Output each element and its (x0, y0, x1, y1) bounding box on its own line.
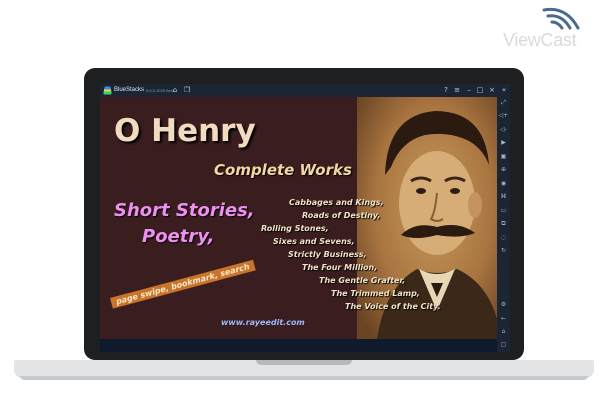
features-banner: page swipe, bookmark, search (110, 259, 256, 309)
app-content[interactable]: O Henry Complete Works Short Stories, Po… (100, 97, 497, 339)
install-apk-icon[interactable]: ⊕ (497, 165, 510, 175)
multi-instance-icon[interactable]: ⧉ (497, 219, 510, 229)
work-item: Rolling Stones, (261, 224, 329, 233)
work-item: Strictly Business, (288, 250, 367, 259)
app-title: O Henry (114, 113, 256, 149)
eco-mode-icon[interactable]: ◌ (497, 233, 510, 243)
website-link[interactable]: www.rayeedit.com (221, 318, 305, 327)
app-subtitle: Complete Works (214, 161, 352, 179)
work-item: Roads of Destiny, (302, 211, 381, 220)
back-icon[interactable]: ← (497, 314, 510, 324)
camera-icon[interactable]: ◉ (497, 179, 510, 189)
laptop-base-edge (20, 376, 588, 380)
volume-down-icon[interactable]: ◁- (497, 125, 510, 135)
volume-up-icon[interactable]: ◁+ (497, 111, 510, 121)
genre-short-stories: Short Stories, (114, 200, 255, 221)
work-item: Cabbages and Kings, (289, 198, 384, 207)
genre-poetry: Poetry, (142, 226, 215, 247)
home-icon[interactable]: ⌂ (170, 85, 180, 96)
emulator-title: BlueStacks (114, 87, 145, 93)
help-icon[interactable]: ? (441, 85, 451, 96)
fullscreen-icon[interactable]: ⤢ (497, 98, 510, 108)
media-icon[interactable]: ▶ (497, 138, 510, 148)
screenshot-icon[interactable]: ▣ (497, 152, 510, 162)
viewcast-logo-text: ViewCast (503, 30, 577, 50)
work-item: The Voice of the City. (345, 302, 441, 311)
rotate-icon[interactable]: ↻ (497, 246, 510, 256)
emulator-titlebar: BlueStacks 5.6.0.1028 Beta ⌂ ❐ ? ≡ – □ ×… (100, 84, 510, 97)
recents-icon[interactable]: ▢ (497, 340, 510, 350)
close-icon[interactable]: × (487, 85, 497, 96)
work-item: The Gentle Grafter, (319, 276, 406, 285)
emulator-sidebar: ⤢ ◁+ ◁- ▶ ▣ ⊕ ◉ ⌘ ▭ ⧉ ◌ ↻ ⚙ ← ⌂ ▢ (497, 97, 510, 352)
minimize-icon[interactable]: – (464, 85, 474, 96)
menu-icon[interactable]: ≡ (452, 85, 462, 96)
home-icon[interactable]: ⌂ (497, 327, 510, 337)
multi-window-icon[interactable]: ❐ (182, 85, 192, 96)
maximize-icon[interactable]: □ (475, 85, 485, 96)
laptop-screen: BlueStacks 5.6.0.1028 Beta ⌂ ❐ ? ≡ – □ ×… (100, 84, 510, 352)
collapse-sidebar-icon[interactable]: « (499, 85, 509, 96)
work-item: Sixes and Sevens, (273, 237, 355, 246)
work-item: The Trimmed Lamp, (331, 289, 420, 298)
folder-icon[interactable]: ▭ (497, 206, 510, 216)
bluestacks-logo-icon (103, 86, 112, 95)
work-item: The Four Million, (302, 263, 378, 272)
laptop-hinge-notch (256, 360, 352, 365)
macro-icon[interactable]: ⌘ (497, 192, 510, 202)
settings-icon[interactable]: ⚙ (497, 300, 510, 310)
